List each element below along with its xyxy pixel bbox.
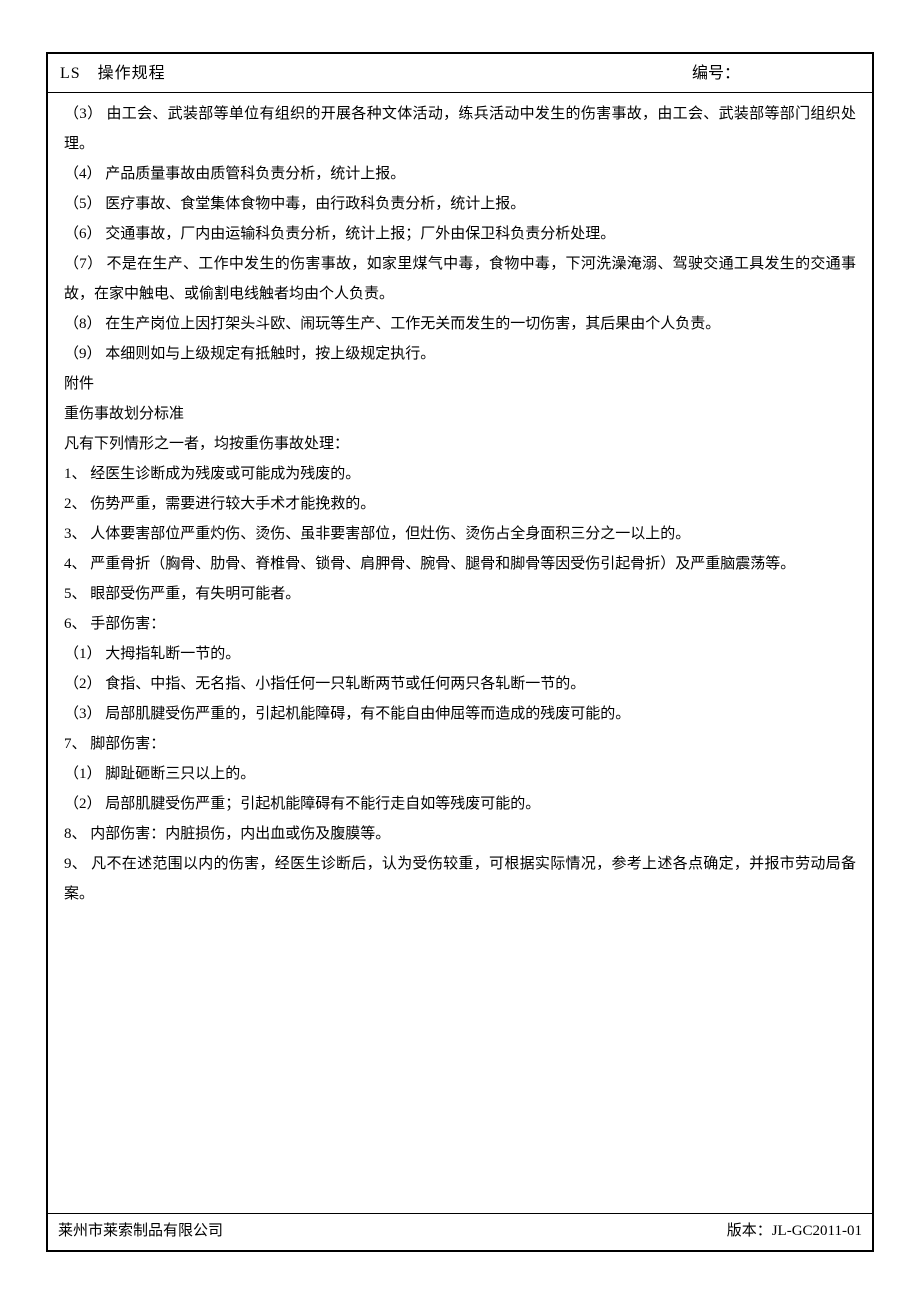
paragraph: 凡有下列情形之一者，均按重伤事故处理： (64, 429, 856, 459)
paragraph: （4） 产品质量事故由质管科负责分析，统计上报。 (64, 159, 856, 189)
paragraph: 8、 内部伤害：内脏损伤，内出血或伤及腹膜等。 (64, 819, 856, 849)
page-header: LS 操作规程 编号： (48, 54, 872, 93)
paragraph: （3） 局部肌腱受伤严重的，引起机能障碍，有不能自由伸屈等而造成的残废可能的。 (64, 699, 856, 729)
paragraph: （2） 食指、中指、无名指、小指任何一只轧断两节或任何两只各轧断一节的。 (64, 669, 856, 699)
footer-version: 版本：JL-GC2011-01 (727, 1216, 862, 1246)
page-footer: 莱州市莱索制品有限公司 版本：JL-GC2011-01 (48, 1213, 872, 1250)
paragraph: 重伤事故划分标准 (64, 399, 856, 429)
paragraph: 5、 眼部受伤严重，有失明可能者。 (64, 579, 856, 609)
document-body: （3） 由工会、武装部等单位有组织的开展各种文体活动，练兵活动中发生的伤害事故，… (48, 93, 872, 909)
paragraph: （6） 交通事故，厂内由运输科负责分析，统计上报；厂外由保卫科负责分析处理。 (64, 219, 856, 249)
paragraph: （8） 在生产岗位上因打架头斗欧、闹玩等生产、工作无关而发生的一切伤害，其后果由… (64, 309, 856, 339)
paragraph: 附件 (64, 369, 856, 399)
page-frame: LS 操作规程 编号： （3） 由工会、武装部等单位有组织的开展各种文体活动，练… (46, 52, 874, 1252)
paragraph: 4、 严重骨折（胸骨、肋骨、脊椎骨、锁骨、肩胛骨、腕骨、腿骨和脚骨等因受伤引起骨… (64, 549, 856, 579)
paragraph: （1） 脚趾砸断三只以上的。 (64, 759, 856, 789)
paragraph: 7、 脚部伤害： (64, 729, 856, 759)
paragraph: （9） 本细则如与上级规定有抵触时，按上级规定执行。 (64, 339, 856, 369)
header-number-label: 编号： (692, 58, 860, 90)
paragraph: （7） 不是在生产、工作中发生的伤害事故，如家里煤气中毒，食物中毒，下河洗澡淹溺… (64, 249, 856, 309)
paragraph: 1、 经医生诊断成为残废或可能成为残废的。 (64, 459, 856, 489)
paragraph: （3） 由工会、武装部等单位有组织的开展各种文体活动，练兵活动中发生的伤害事故，… (64, 99, 856, 159)
paragraph: 6、 手部伤害： (64, 609, 856, 639)
paragraph: （5） 医疗事故、食堂集体食物中毒，由行政科负责分析，统计上报。 (64, 189, 856, 219)
paragraph: 9、 凡不在述范围以内的伤害，经医生诊断后，认为受伤较重，可根据实际情况，参考上… (64, 849, 856, 909)
footer-company: 莱州市莱索制品有限公司 (58, 1216, 223, 1246)
paragraph: （2） 局部肌腱受伤严重；引起机能障碍有不能行走自如等残废可能的。 (64, 789, 856, 819)
header-title: LS 操作规程 (60, 58, 166, 90)
paragraph: 3、 人体要害部位严重灼伤、烫伤、虽非要害部位，但灶伤、烫伤占全身面积三分之一以… (64, 519, 856, 549)
paragraph: （1） 大拇指轧断一节的。 (64, 639, 856, 669)
paragraph: 2、 伤势严重，需要进行较大手术才能挽救的。 (64, 489, 856, 519)
